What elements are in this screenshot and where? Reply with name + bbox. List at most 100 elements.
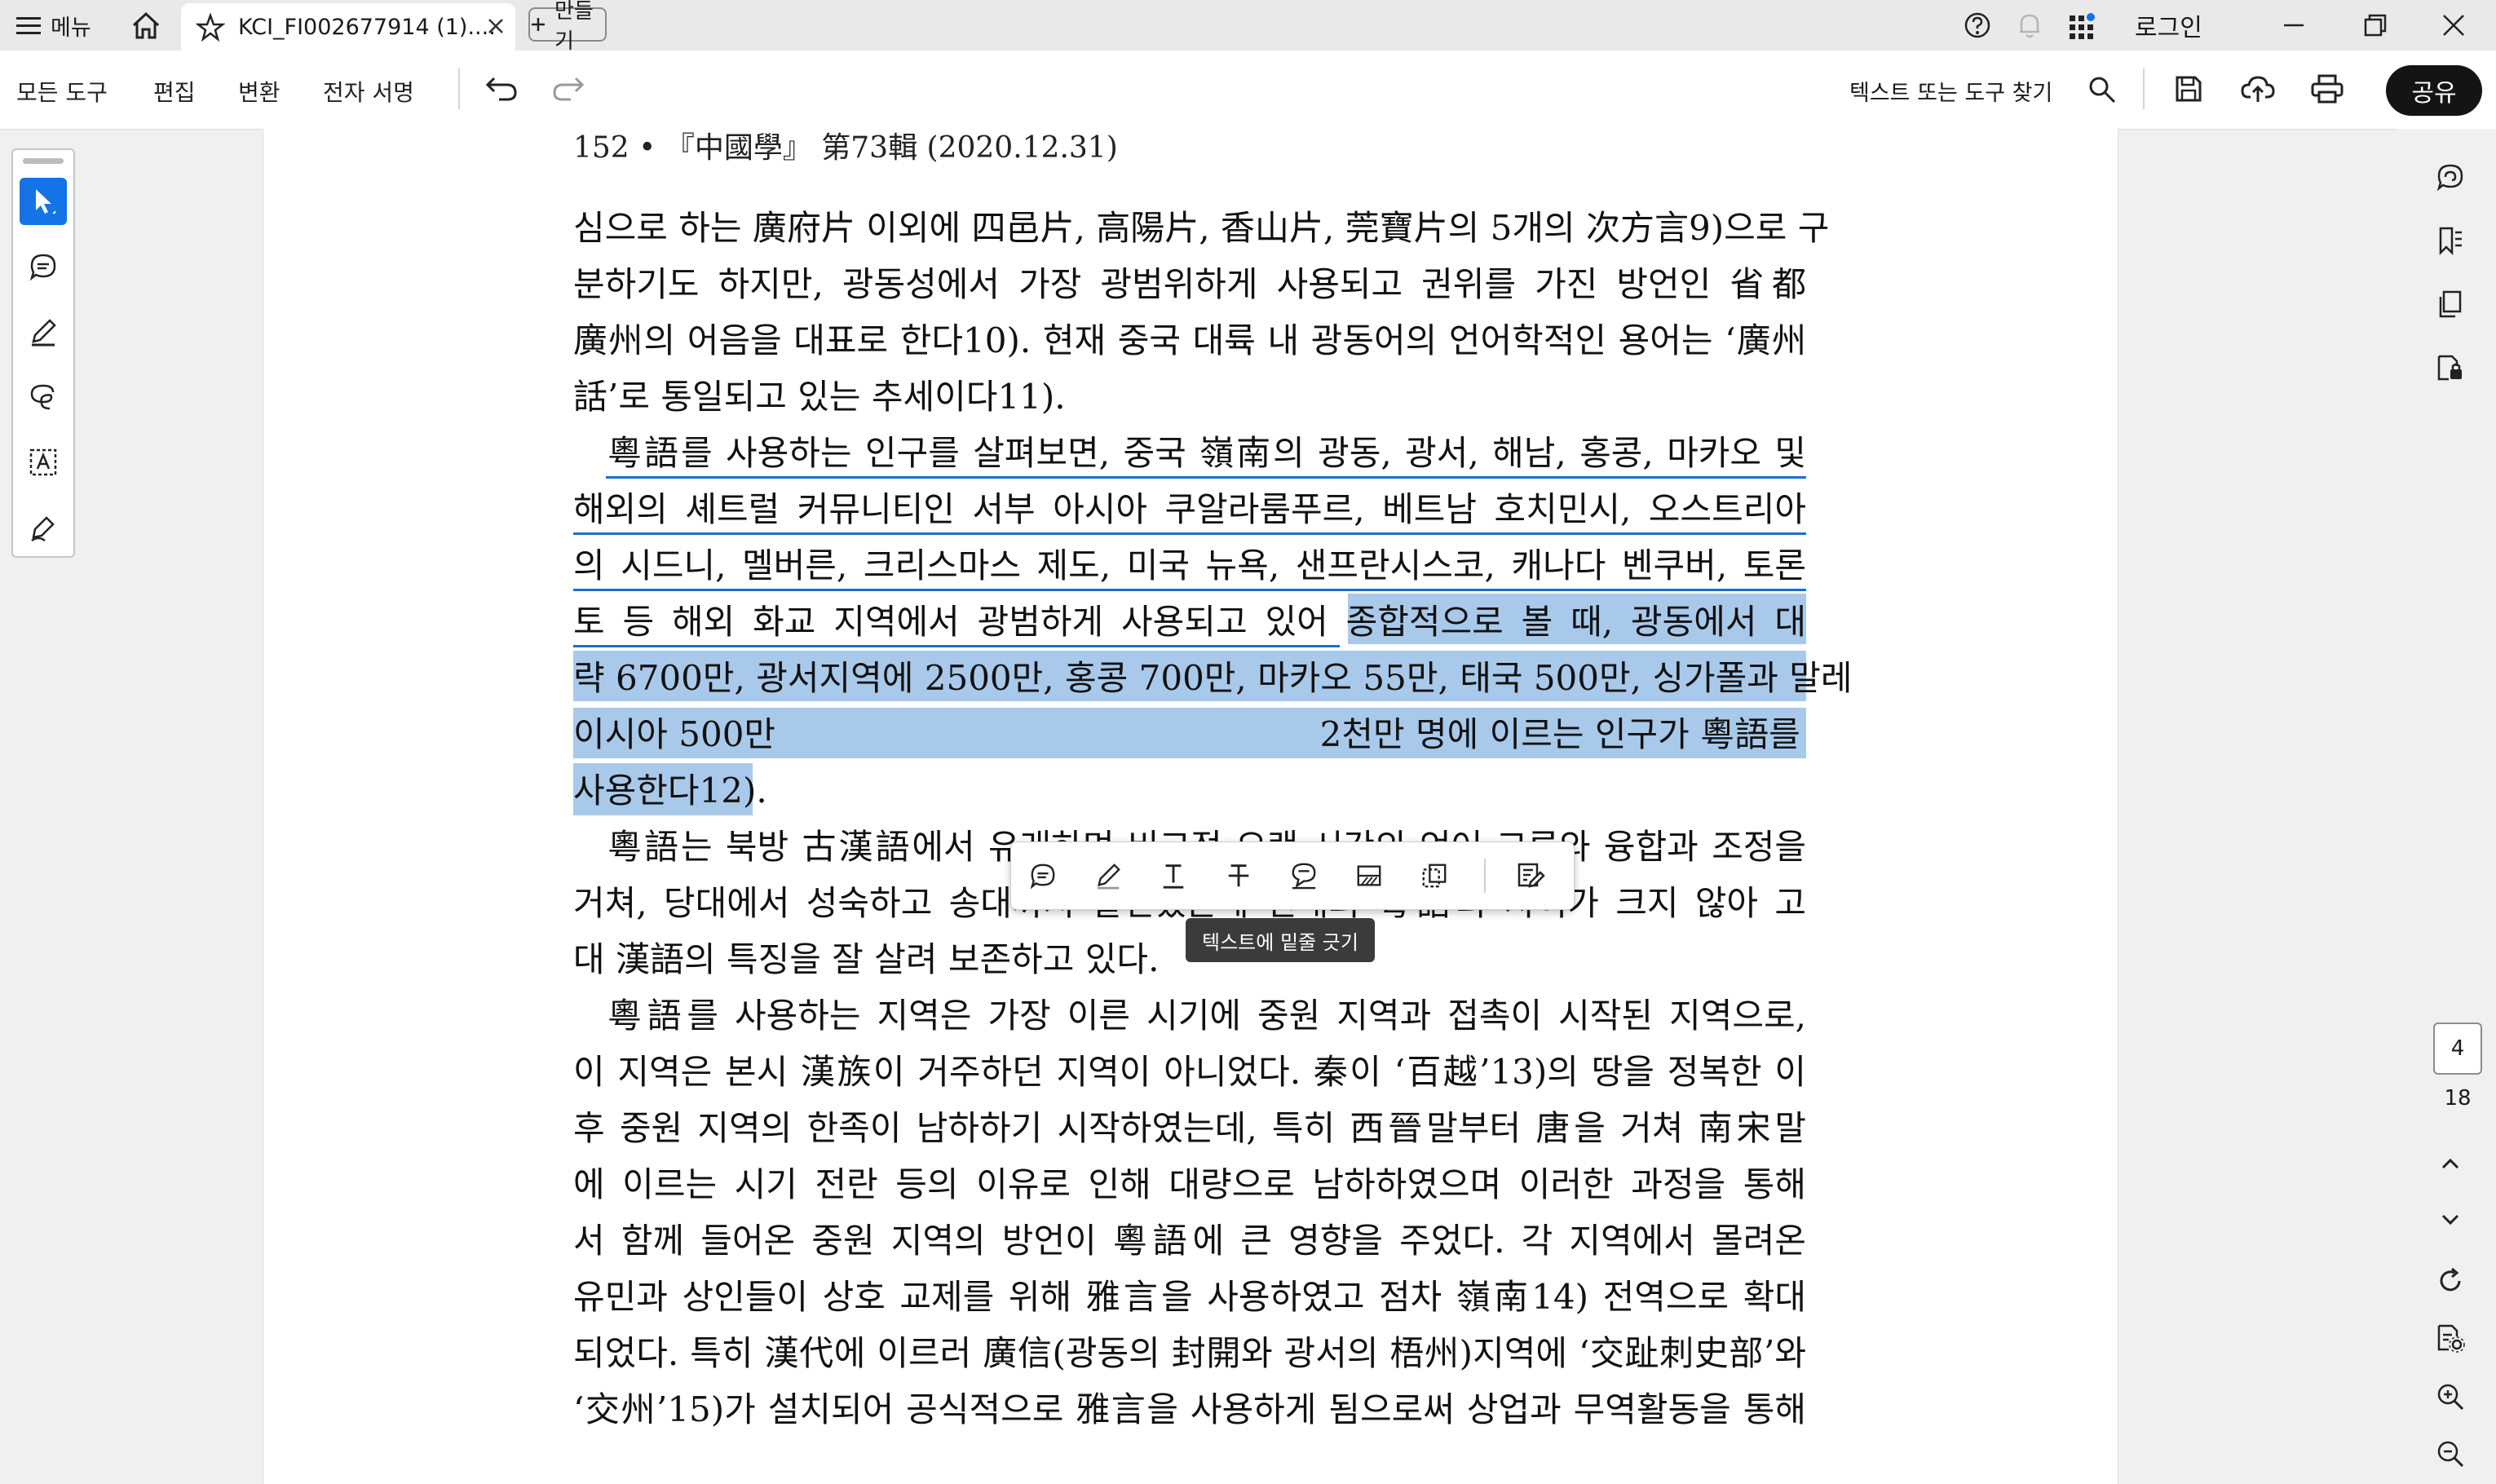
previous-page-button[interactable] (2430, 1143, 2471, 1184)
text-line[interactable]: 분하기도 하지만, 광동성에서 가장 광범위하게 사용되고 권위를 가진 방언인… (573, 257, 1806, 312)
lasso-icon (29, 382, 58, 412)
apps-grid-icon (2068, 11, 2097, 40)
rotate-button[interactable] (2430, 1261, 2471, 1301)
page-settings-button[interactable] (2430, 1318, 2471, 1358)
text-line[interactable]: 의 시드니, 멜버른, 크리스마스 제도, 미국 뉴욕, 샌프란시스코, 캐나다… (573, 538, 1806, 594)
menu-all-tools[interactable]: 모든 도구 (16, 75, 108, 108)
pen-icon (29, 317, 58, 347)
find-tools-label[interactable]: 텍스트 또는 도구 찾기 (1849, 75, 2052, 107)
menu-button[interactable]: 메뉴 (16, 0, 91, 51)
underline-text-button[interactable] (1151, 854, 1195, 898)
home-icon (130, 11, 161, 40)
zoom-in-button[interactable] (2430, 1376, 2471, 1417)
document-tab[interactable]: KCI_FI002677914 (1).... (181, 3, 515, 51)
copy-text-button[interactable] (1412, 854, 1456, 898)
text-line[interactable]: 되었다. 특히 漢代에 이르러 廣信(광동의 封開와 광서의 梧州)지역에 ‘交… (573, 1326, 1806, 1381)
share-button[interactable]: 공유 (2386, 65, 2482, 116)
text-line[interactable]: 략 6700만, 광서지역에 2500만, 홍콩 700만, 마카오 55만, … (573, 651, 1853, 706)
underline-annotation[interactable] (573, 645, 1340, 647)
sign-pen-icon (29, 513, 58, 542)
help-icon (1964, 11, 1991, 39)
restore-button[interactable] (2363, 0, 2388, 51)
highlight-text-button[interactable] (1086, 854, 1130, 898)
highlighter-icon (1094, 862, 1122, 890)
text-line[interactable]: 서 함께 들어온 중원 지역의 방언이 粵語에 큰 영향을 주었다. 각 지역에… (573, 1213, 1806, 1269)
close-icon (2441, 13, 2466, 38)
undo-icon[interactable] (484, 73, 519, 103)
document-lock-icon (2436, 353, 2465, 382)
protect-panel-button[interactable] (2430, 347, 2471, 388)
home-button[interactable] (130, 0, 161, 51)
notifications-button[interactable] (2016, 0, 2043, 51)
text-box-icon (29, 448, 58, 477)
left-tool-panel (11, 148, 75, 558)
text-line[interactable]: 해외의 셰트럴 커뮤니티인 서부 아시아 쿠알라룸푸르, 베트남 호치민시, 오… (573, 482, 1806, 537)
close-window-button[interactable] (2441, 0, 2466, 51)
bookmarks-panel-button[interactable] (2430, 220, 2471, 261)
toolbar-divider (458, 68, 460, 109)
text-line[interactable]: 에 이르는 시기 전란 등의 이유로 인해 대량으로 남하하였으며 이러한 과정… (573, 1157, 1806, 1212)
draw-tool[interactable] (20, 373, 67, 421)
new-tab-button[interactable]: 만들기 (528, 0, 607, 54)
underline-annotation[interactable] (606, 476, 1806, 479)
text-line[interactable]: 후 중원 지역의 한족이 남하하기 시작하였는데, 특히 西晉말부터 唐을 거쳐… (573, 1101, 1806, 1156)
text-line[interactable]: ‘交州’15)가 설치되어 공식적으로 雅言을 사용하게 됨으로써 상업과 무역… (573, 1382, 1806, 1438)
text-line[interactable]: 토 등 해외 화교 지역에서 광범하게 사용되고 있어 종합적으로 볼 때, 광… (573, 594, 1806, 650)
comments-panel-button[interactable] (2430, 157, 2471, 197)
plus-icon (530, 16, 546, 33)
document-gear-icon (2436, 1323, 2465, 1353)
new-tab-label: 만들기 (554, 0, 594, 54)
document-page[interactable]: 152 • 『中國學』 第73輯 (2020.12.31) 심으로 하는 廣府片… (263, 129, 2118, 1484)
chevron-up-icon (2438, 1151, 2463, 1176)
comment-icon (29, 252, 58, 281)
text-options-button[interactable] (1509, 854, 1553, 898)
comment-text-button[interactable] (1282, 854, 1326, 898)
highlight-tool[interactable] (20, 308, 67, 356)
next-page-button[interactable] (2430, 1199, 2471, 1239)
text-line[interactable]: 사용한다12). (573, 763, 1806, 819)
text-line[interactable]: 粵語를 사용하는 지역은 가장 이른 시기에 중원 지역과 접촉이 시작된 지역… (573, 988, 1806, 1044)
text-line[interactable]: 廣州의 어음을 대표로 한다10). 현재 중국 대륙 내 광동어의 언어학적인… (573, 313, 1806, 369)
rotate-icon (2436, 1267, 2464, 1295)
menu-convert[interactable]: 변환 (238, 75, 281, 108)
cloud-upload-icon[interactable] (2241, 74, 2275, 104)
current-page-input[interactable]: 4 (2433, 1022, 2482, 1075)
search-icon[interactable] (2087, 75, 2117, 104)
save-icon[interactable] (2174, 74, 2203, 104)
text-line[interactable]: 유민과 상인들이 상호 교제를 위해 雅言을 사용하였고 점차 嶺南14) 전역… (573, 1270, 1806, 1325)
panel-grip[interactable] (23, 158, 64, 164)
redo-icon[interactable] (551, 73, 585, 103)
toolbar-divider (2143, 68, 2145, 109)
menu-edit[interactable]: 편집 (153, 75, 196, 108)
minimize-icon (2282, 13, 2306, 38)
text-line[interactable]: 粵語를 사용하는 인구를 살펴보면, 중국 嶺南의 광동, 광서, 해남, 홍콩… (573, 426, 1806, 481)
text-line[interactable]: 이시아 500만 2천만 명에 이르는 인구가 粵語를 (573, 707, 1806, 762)
underline-annotation[interactable] (573, 589, 1806, 591)
text-line[interactable]: 話’로 통일되고 있는 추세이다11). (573, 369, 1806, 425)
menu-e-sign[interactable]: 전자 서명 (323, 75, 414, 108)
text-box-tool[interactable] (20, 439, 67, 486)
help-button[interactable] (1964, 0, 1991, 51)
zoom-out-icon (2436, 1439, 2465, 1469)
comment-tool[interactable] (20, 243, 67, 290)
print-icon[interactable] (2311, 74, 2344, 104)
sign-tool[interactable] (20, 504, 67, 551)
text-line[interactable]: 이 지역은 본시 漢族이 거주하던 지역이 아니었다. 秦이 ‘百越’13)의 … (573, 1045, 1806, 1100)
text-line[interactable]: 심으로 하는 廣府片 이외에 四邑片, 高陽片, 香山片, 莞寶片의 5개의 次… (573, 201, 1829, 256)
star-icon[interactable] (196, 13, 225, 42)
underline-annotation[interactable] (573, 532, 1806, 535)
minimize-button[interactable] (2282, 0, 2306, 51)
copy-icon (1420, 862, 1448, 890)
hamburger-icon (16, 15, 41, 35)
apps-button[interactable] (2068, 0, 2097, 51)
pages-panel-button[interactable] (2430, 284, 2471, 325)
replace-text-button[interactable] (1347, 854, 1391, 898)
zoom-out-button[interactable] (2430, 1433, 2471, 1474)
close-tab-icon[interactable] (483, 13, 509, 39)
login-button[interactable]: 로그인 (2135, 0, 2202, 51)
select-tool[interactable] (20, 178, 67, 225)
add-comment-button[interactable] (1021, 854, 1065, 898)
context-toolbar-divider (1484, 859, 1486, 893)
strikethrough-button[interactable] (1217, 854, 1261, 898)
strikethrough-icon (1225, 862, 1252, 890)
